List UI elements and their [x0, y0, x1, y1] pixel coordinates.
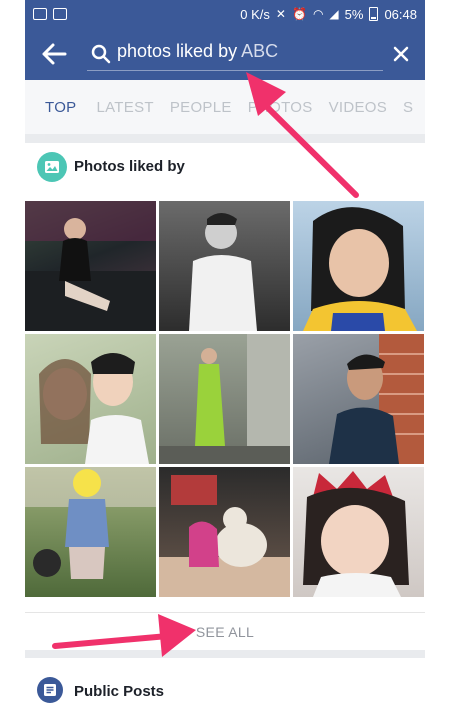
status-indicators: 0 K/s ✕ ⏰ ◠ ◢ 5% 06:48: [240, 7, 425, 22]
battery-icon: [369, 7, 379, 21]
network-speed: 0 K/s: [240, 6, 270, 22]
photo-thumbnail[interactable]: [25, 334, 156, 464]
photo-image: [159, 334, 290, 464]
photos-card: Photos liked by SEE ALL: [25, 143, 425, 650]
search-underline: [87, 70, 383, 71]
search-app-bar: photos liked by ABC: [25, 28, 425, 80]
photo-image: [303, 207, 417, 331]
photos-section-title: Photos liked by: [74, 158, 185, 175]
tab-videos[interactable]: VIDEOS: [321, 99, 395, 116]
status-notifications: [25, 8, 67, 20]
photo-image: [329, 334, 424, 464]
photo-image: [39, 353, 149, 464]
photo-image: [303, 471, 409, 597]
photo-image: [159, 475, 290, 597]
tab-top[interactable]: TOP: [25, 99, 88, 116]
public-posts-card: Public Posts: [25, 658, 425, 711]
photo-thumbnail[interactable]: [159, 201, 290, 331]
wifi-icon: ◠: [312, 7, 324, 21]
photos-icon: [37, 152, 67, 182]
photos-icon-glyph: [45, 161, 59, 173]
status-bar: 0 K/s ✕ ⏰ ◠ ◢ 5% 06:48: [25, 0, 425, 28]
photo-thumbnail[interactable]: [293, 201, 424, 331]
public-posts-icon-glyph: [44, 684, 56, 696]
photo-thumbnail[interactable]: [25, 467, 156, 597]
search-icon: [91, 44, 111, 64]
photo-notification-icon: [53, 8, 67, 20]
battery-percent: 5%: [344, 6, 364, 22]
public-posts-icon: [37, 677, 63, 703]
search-query-name: ABC: [241, 41, 279, 61]
photo-thumbnail[interactable]: [293, 334, 424, 464]
photo-image: [189, 213, 257, 331]
search-input[interactable]: photos liked by ABC: [117, 41, 278, 62]
clock: 06:48: [384, 6, 417, 22]
signal-icon: ◢: [329, 7, 339, 21]
photo-thumbnail[interactable]: [159, 467, 290, 597]
tab-more[interactable]: S: [395, 99, 421, 116]
photo-image: [25, 467, 156, 579]
tab-photos[interactable]: PHOTOS: [240, 99, 321, 116]
photo-image: [25, 201, 156, 331]
public-posts-title: Public Posts: [74, 683, 165, 700]
see-all-row: SEE ALL: [25, 612, 425, 651]
back-arrow-icon[interactable]: [41, 42, 67, 66]
close-icon[interactable]: [391, 44, 411, 64]
search-tabs: TOP LATEST PEOPLE PHOTOS VIDEOS S: [25, 80, 425, 134]
tab-latest[interactable]: LATEST: [88, 99, 161, 116]
message-icon: [33, 8, 47, 20]
mute-icon: ✕: [275, 7, 286, 21]
photo-thumbnail[interactable]: [293, 467, 424, 597]
see-all-button[interactable]: SEE ALL: [25, 624, 425, 640]
photo-thumbnail[interactable]: [159, 334, 290, 464]
alarm-icon: ⏰: [291, 7, 307, 21]
screen: 0 K/s ✕ ⏰ ◠ ◢ 5% 06:48 photos liked by A…: [25, 0, 425, 711]
photos-card-header: Photos liked by: [25, 143, 425, 191]
photo-thumbnail[interactable]: [25, 201, 156, 331]
search-query-text: photos liked by: [117, 41, 238, 61]
tab-people[interactable]: PEOPLE: [162, 99, 240, 116]
